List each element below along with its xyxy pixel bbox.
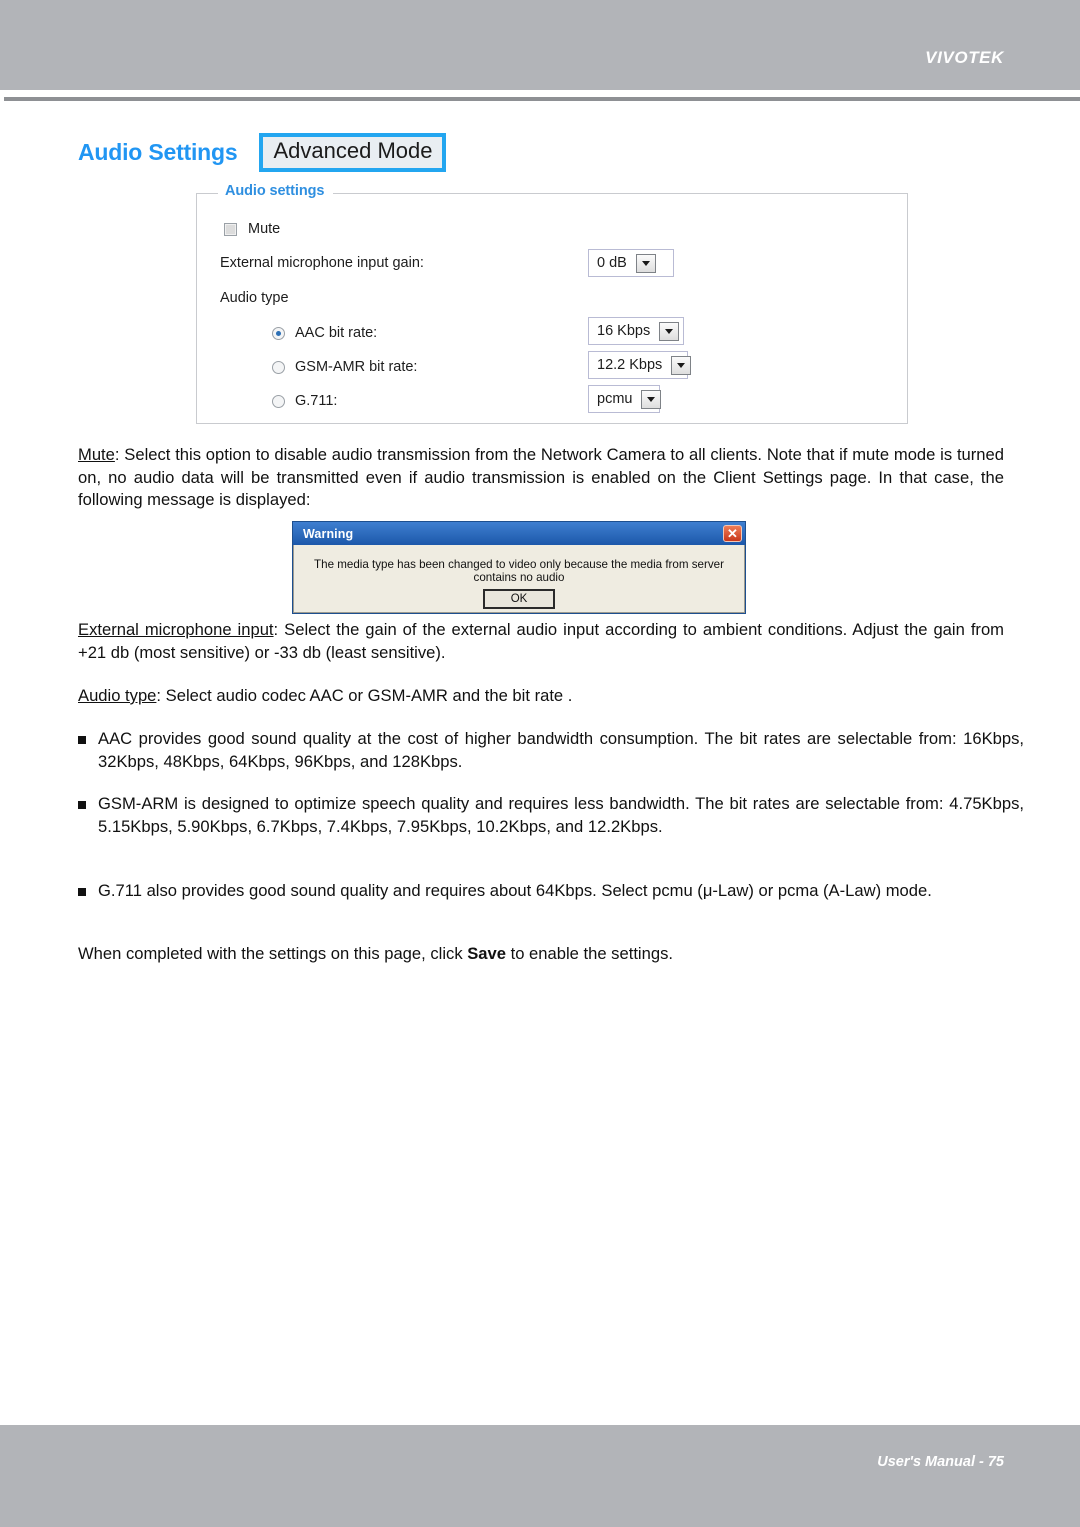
aac-bitrate-select[interactable]: 16 Kbps [588,317,684,345]
page-header: VIVOTEK [0,0,1080,90]
dialog-titlebar: Warning ✕ [293,522,745,545]
aac-radio[interactable] [272,326,285,340]
bullet-text: AAC provides good sound quality at the c… [98,729,1024,771]
audio-type-description: : Select audio codec AAC or GSM-AMR and … [156,686,573,705]
g711-mode-value: pcmu [597,391,633,407]
chevron-down-icon[interactable] [659,321,680,341]
dialog-title: Warning [303,526,354,541]
mute-checkbox[interactable] [224,222,237,236]
audio-type-paragraph: Audio type: Select audio codec AAC or GS… [78,685,1004,708]
mic-gain-value: 0 dB [597,255,627,271]
mute-term: Mute [78,445,115,464]
bullet-aac: AAC provides good sound quality at the c… [78,728,1024,773]
mute-label: Mute [248,221,281,237]
audio-type-label: Audio type [220,290,289,306]
mic-gain-select[interactable]: 0 dB [588,249,674,277]
g711-mode-select[interactable]: pcmu [588,385,662,413]
chevron-down-icon[interactable] [671,355,692,375]
g711-option-row[interactable]: G.711: [272,393,337,409]
page-footer: User's Manual - 75 [0,1425,1080,1527]
dialog-body: The media type has been changed to video… [293,545,745,613]
audio-type-row: Audio type [220,290,289,306]
closing-post: to enable the settings. [506,944,673,963]
bullet-text: GSM-ARM is designed to optimize speech q… [98,794,1024,836]
closing-paragraph: When completed with the settings on this… [78,943,1004,966]
bullet-g711: G.711 also provides good sound quality a… [78,880,1024,903]
header-divider [4,97,1080,101]
audio-settings-body: Mute External microphone input gain: 0 d… [196,193,908,424]
aac-bitrate-value: 16 Kbps [597,323,651,339]
mute-paragraph: Mute: Select this option to disable audi… [78,444,1004,512]
gsm-amr-bitrate-value: 12.2 Kbps [597,357,663,373]
chevron-down-icon[interactable] [635,253,656,273]
aac-label: AAC bit rate: [295,325,378,341]
external-mic-term: External microphone input [78,620,274,639]
aac-option-row[interactable]: AAC bit rate: [272,325,377,341]
title-row: Audio Settings Advanced Mode [78,133,447,172]
gsm-amr-bitrate-select[interactable]: 12.2 Kbps [588,351,692,379]
g711-label: G.711: [295,393,338,409]
save-keyword: Save [467,944,506,963]
close-icon[interactable]: ✕ [723,525,742,542]
bullet-square-icon [78,801,86,809]
mic-gain-label: External microphone input gain: [220,255,424,271]
bullet-square-icon [78,888,86,896]
page-title: Audio Settings [78,138,238,165]
mic-gain-row: External microphone input gain: [220,255,424,271]
bullet-square-icon [78,736,86,744]
dialog-message: The media type has been changed to video… [314,558,724,584]
closing-pre: When completed with the settings on this… [78,944,468,963]
ok-button[interactable]: OK [483,589,555,609]
external-mic-paragraph: External microphone input: Select the ga… [78,619,1004,664]
audio-type-term: Audio type [78,686,157,705]
gsm-amr-option-row[interactable]: GSM-AMR bit rate: [272,359,417,375]
bullet-text: G.711 also provides good sound quality a… [98,881,932,900]
advanced-mode-badge[interactable]: Advanced Mode [259,133,447,172]
g711-radio[interactable] [272,394,285,408]
gsm-amr-label: GSM-AMR bit rate: [295,359,418,375]
warning-dialog: Warning ✕ The media type has been change… [292,521,746,614]
bullet-gsm-amr: GSM-ARM is designed to optimize speech q… [78,793,1024,838]
mute-row[interactable]: Mute [224,221,280,237]
chevron-down-icon[interactable] [641,389,662,409]
footer-page-label: User's Manual - 75 [877,1454,1004,1470]
vivotek-logo: VIVOTEK [925,48,1004,67]
mute-description: : Select this option to disable audio tr… [78,445,1004,509]
gsm-amr-radio[interactable] [272,360,285,374]
